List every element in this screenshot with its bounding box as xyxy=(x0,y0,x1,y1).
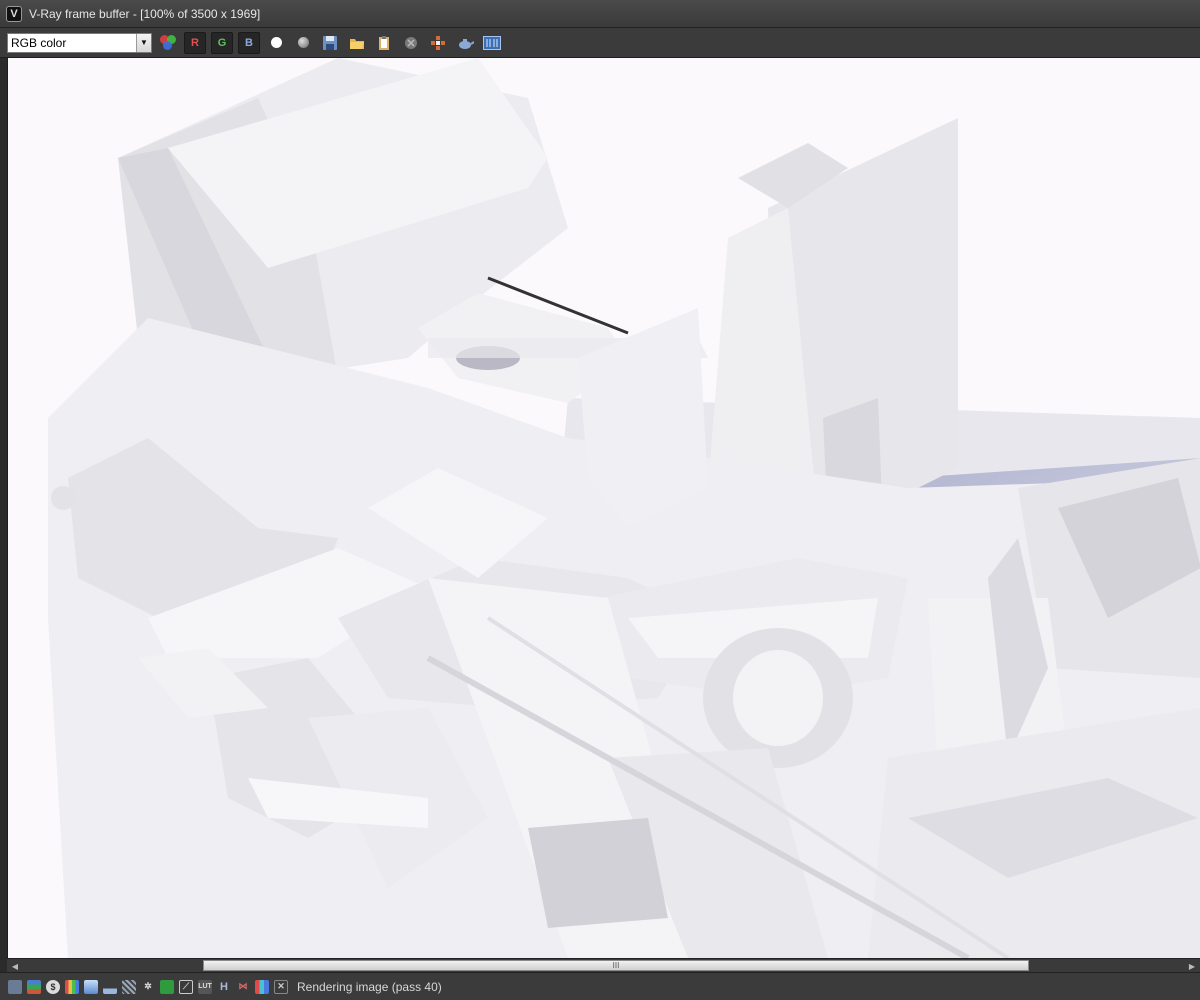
rendered-image xyxy=(8,58,1200,958)
track-mouse-icon[interactable] xyxy=(427,32,449,54)
compare-icon[interactable] xyxy=(481,32,503,54)
h-icon[interactable]: H xyxy=(217,980,231,994)
green-channel-button[interactable]: G xyxy=(211,31,233,54)
stamp-icon[interactable] xyxy=(160,979,174,994)
scroll-left-icon[interactable]: ◀ xyxy=(9,960,21,972)
title-bar: V V-Ray frame buffer - [100% of 3500 x 1… xyxy=(0,0,1200,28)
horizontal-scrollbar[interactable]: ◀ III ▶ xyxy=(7,958,1200,972)
scroll-grip: III xyxy=(612,961,620,970)
dollar-icon[interactable]: $ xyxy=(46,979,60,994)
blue-channel-button[interactable]: B xyxy=(238,31,260,54)
bars-icon[interactable] xyxy=(255,979,269,994)
color-bars-icon[interactable] xyxy=(65,979,79,994)
render-viewport[interactable] xyxy=(7,58,1200,958)
monochrome-icon[interactable] xyxy=(292,32,314,54)
scroll-right-icon[interactable]: ▶ xyxy=(1186,960,1198,972)
rgb-channels-icon[interactable] xyxy=(157,32,179,54)
red-channel-button[interactable]: R xyxy=(184,31,206,54)
clear-icon[interactable] xyxy=(400,32,422,54)
layers-icon[interactable] xyxy=(27,979,41,994)
settings-icon[interactable]: ✲ xyxy=(141,980,155,994)
window-title: V-Ray frame buffer - [100% of 3500 x 196… xyxy=(29,6,261,21)
pixel-info-icon[interactable] xyxy=(122,979,136,994)
histogram-icon[interactable] xyxy=(103,979,117,994)
vray-logo-icon: V xyxy=(6,5,22,22)
status-text: Rendering image (pass 40) xyxy=(297,979,442,994)
status-bar: $ ✲ ⟋ LUT H ⋈ ✕ Rendering image (pass 40… xyxy=(0,972,1200,1000)
stereo-icon[interactable]: ⋈ xyxy=(236,980,250,994)
render-teapot-icon[interactable] xyxy=(454,32,476,54)
save-icon[interactable] xyxy=(319,32,341,54)
channel-select-value: RGB color xyxy=(11,35,67,50)
scrollbar-thumb[interactable]: III xyxy=(203,960,1029,971)
alpha-white-icon[interactable] xyxy=(265,32,287,54)
toolbar: RGB color ▼ R G B xyxy=(0,28,1200,58)
clipboard-icon[interactable] xyxy=(373,32,395,54)
close-small-icon[interactable]: ✕ xyxy=(274,979,288,994)
channel-select[interactable]: RGB color ▼ xyxy=(7,32,152,53)
chevron-down-icon[interactable]: ▼ xyxy=(136,33,151,52)
lut-icon[interactable] xyxy=(84,979,98,994)
open-folder-icon[interactable] xyxy=(346,32,368,54)
frame-icon[interactable] xyxy=(8,979,22,994)
curve-icon[interactable]: ⟋ xyxy=(179,979,193,994)
lut-label-icon[interactable]: LUT xyxy=(198,979,212,994)
